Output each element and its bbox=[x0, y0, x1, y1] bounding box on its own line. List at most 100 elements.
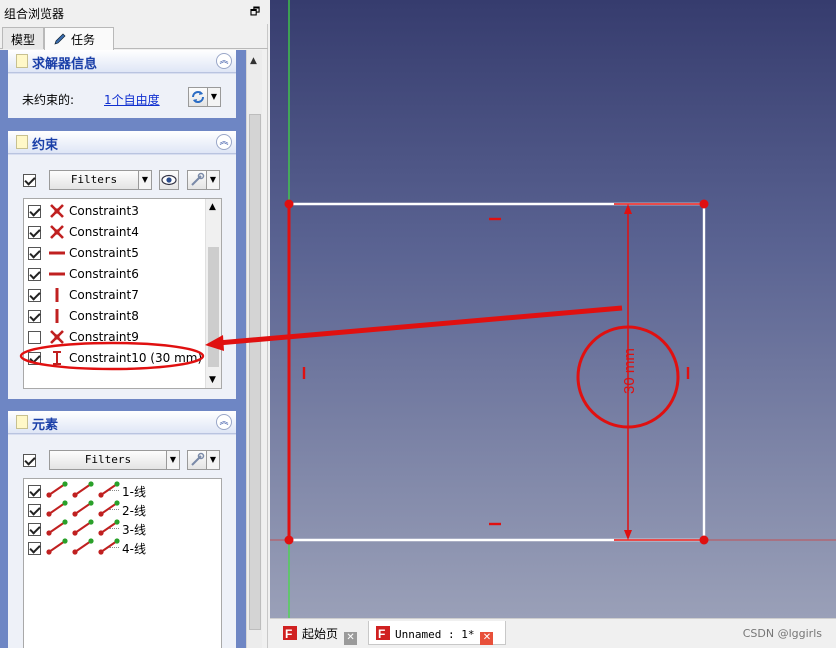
constraints-filter-select[interactable]: Filters bbox=[49, 170, 139, 190]
freecad-icon: F bbox=[282, 625, 298, 641]
elements-select-all-checkbox[interactable] bbox=[23, 454, 36, 467]
elements-filter-select[interactable]: Filters bbox=[49, 450, 167, 470]
elements-panel-header[interactable]: 元素 ︽ bbox=[8, 411, 236, 434]
chevron-down-icon[interactable]: ▼ bbox=[206, 450, 220, 470]
element-row[interactable]: 4-线 bbox=[28, 538, 208, 559]
vertical-icon bbox=[48, 287, 66, 303]
constraint-checkbox[interactable] bbox=[28, 352, 41, 365]
solver-panel-title: 求解器信息 bbox=[32, 57, 98, 72]
svg-text:F: F bbox=[285, 627, 292, 641]
elements-list[interactable]: 1-线 2-线 3-线 4-线 bbox=[23, 478, 222, 648]
sketch-vertex[interactable] bbox=[284, 535, 294, 545]
panel-icon bbox=[16, 135, 28, 149]
scroll-thumb[interactable] bbox=[208, 247, 219, 367]
float-icon[interactable]: 🗗 bbox=[248, 5, 262, 19]
dof-link[interactable]: 1个自由度 bbox=[104, 91, 160, 108]
elements-panel-body: Filters ▼ ▼ 1-线 2-线 3-线 4-线 bbox=[8, 435, 236, 648]
scroll-up-icon[interactable]: ▲ bbox=[209, 202, 216, 212]
collapse-icon[interactable]: ︽ bbox=[216, 414, 232, 430]
tab-model[interactable]: 模型 bbox=[2, 27, 44, 49]
watermark: CSDN @lggirls bbox=[742, 627, 822, 640]
combo-tabs: 模型 任务 bbox=[0, 25, 268, 50]
scroll-up-icon[interactable]: ▲ bbox=[250, 56, 257, 66]
vertical-icon bbox=[48, 308, 66, 324]
scroll-down-icon[interactable]: ▼ bbox=[209, 375, 216, 385]
constraint-row[interactable]: Constraint7 bbox=[28, 285, 208, 306]
sketch-vertex[interactable] bbox=[284, 199, 294, 209]
refresh-icon bbox=[192, 91, 204, 103]
sketch-vertex[interactable] bbox=[699, 535, 709, 545]
constraint-label: Constraint9 bbox=[69, 330, 139, 344]
tab-unnamed[interactable]: F Unnamed : 1* ✕ bbox=[368, 621, 506, 645]
panel-icon bbox=[16, 415, 28, 429]
element-row[interactable]: 3-线 bbox=[28, 519, 208, 540]
constraints-filter-label: Filters bbox=[70, 173, 118, 186]
constraint-row[interactable]: Constraint3 bbox=[28, 201, 208, 222]
tree-connector bbox=[109, 528, 119, 529]
task-panel-scrollbar[interactable]: ▲ bbox=[246, 50, 262, 648]
elements-filter-label: Filters bbox=[84, 453, 132, 466]
combo-view-title: 组合浏览器 bbox=[4, 7, 65, 21]
constraint-checkbox[interactable] bbox=[28, 268, 41, 281]
scroll-thumb[interactable] bbox=[249, 114, 261, 630]
coincident-icon bbox=[48, 329, 66, 345]
solver-refresh-button[interactable] bbox=[188, 87, 208, 107]
sketch-vertex[interactable] bbox=[699, 199, 709, 209]
horizontal-icon bbox=[48, 266, 66, 282]
element-settings-button[interactable] bbox=[187, 450, 207, 470]
tab-model-label: 模型 bbox=[11, 33, 36, 47]
chevron-down-icon[interactable]: ▼ bbox=[166, 450, 180, 470]
constraint-row[interactable]: Constraint9 bbox=[28, 327, 208, 348]
constraints-list[interactable]: Constraint3 Constraint4 Constraint5 Constra… bbox=[23, 198, 222, 389]
constraint-checkbox[interactable] bbox=[28, 247, 41, 260]
constraint-row[interactable]: Constraint4 bbox=[28, 222, 208, 243]
constraint-checkbox[interactable] bbox=[28, 310, 41, 323]
dimension-label[interactable]: 30 mm bbox=[621, 348, 638, 394]
constraint-checkbox[interactable] bbox=[28, 289, 41, 302]
elements-panel-title: 元素 bbox=[32, 418, 59, 433]
constraints-select-all-checkbox[interactable] bbox=[23, 174, 36, 187]
tree-connector bbox=[109, 490, 119, 491]
constraint-checkbox[interactable] bbox=[28, 331, 41, 344]
chevron-down-icon[interactable]: ▼ bbox=[206, 170, 220, 190]
close-icon[interactable]: ✕ bbox=[480, 632, 494, 645]
settings-icon bbox=[191, 452, 205, 466]
constraint-checkbox[interactable] bbox=[28, 226, 41, 239]
constraints-panel-header[interactable]: 约束 ︽ bbox=[8, 131, 236, 154]
constraints-panel: 约束 ︽ Filters ▼ ▼ Constraint3 Constraint4 C… bbox=[8, 131, 236, 399]
constraints-list-scrollbar[interactable]: ▲ ▼ bbox=[205, 199, 221, 388]
visibility-button[interactable] bbox=[159, 170, 179, 190]
tab-task[interactable]: 任务 bbox=[44, 27, 114, 50]
constraint-row[interactable]: Constraint8 bbox=[28, 306, 208, 327]
sketch-viewport[interactable]: 30 mm bbox=[270, 0, 836, 618]
collapse-icon[interactable]: ︽ bbox=[216, 53, 232, 69]
element-checkbox[interactable] bbox=[28, 542, 41, 555]
svg-text:F: F bbox=[378, 627, 385, 641]
constraint-settings-button[interactable] bbox=[187, 170, 207, 190]
constraint-label: Constraint8 bbox=[69, 309, 139, 323]
collapse-icon[interactable]: ︽ bbox=[216, 134, 232, 150]
sketch-canvas[interactable]: 30 mm bbox=[270, 0, 836, 618]
element-row[interactable]: 2-线 bbox=[28, 500, 208, 521]
unconstrained-label: 未约束的: bbox=[22, 93, 75, 107]
chevron-down-icon[interactable]: ▼ bbox=[138, 170, 152, 190]
line-segment-icon bbox=[46, 519, 126, 540]
close-icon[interactable]: ✕ bbox=[344, 632, 358, 645]
constraints-panel-body: Filters ▼ ▼ Constraint3 Constraint4 Constr… bbox=[8, 155, 236, 399]
solver-panel-header[interactable]: 求解器信息 ︽ bbox=[8, 50, 236, 73]
tree-connector bbox=[109, 509, 119, 510]
chevron-down-icon[interactable]: ▼ bbox=[207, 87, 221, 107]
constraint-label: Constraint7 bbox=[69, 288, 139, 302]
constraint-row[interactable]: Constraint5 bbox=[28, 243, 208, 264]
element-checkbox[interactable] bbox=[28, 485, 41, 498]
tab-start-page[interactable]: F 起始页 ✕ bbox=[276, 621, 366, 645]
dimension-arrow-top bbox=[624, 204, 632, 214]
constraint-checkbox[interactable] bbox=[28, 205, 41, 218]
constraint-row[interactable]: Constraint10 (30 mm) bbox=[28, 348, 208, 369]
task-panel: 求解器信息 ︽ 未约束的: 1个自由度 ▼ 约束 ︽ Filters ▼ ▼ C… bbox=[0, 50, 246, 648]
element-row[interactable]: 1-线 bbox=[28, 481, 208, 502]
constraint-row[interactable]: Constraint6 bbox=[28, 264, 208, 285]
element-checkbox[interactable] bbox=[28, 504, 41, 517]
eye-icon bbox=[161, 174, 177, 186]
element-checkbox[interactable] bbox=[28, 523, 41, 536]
